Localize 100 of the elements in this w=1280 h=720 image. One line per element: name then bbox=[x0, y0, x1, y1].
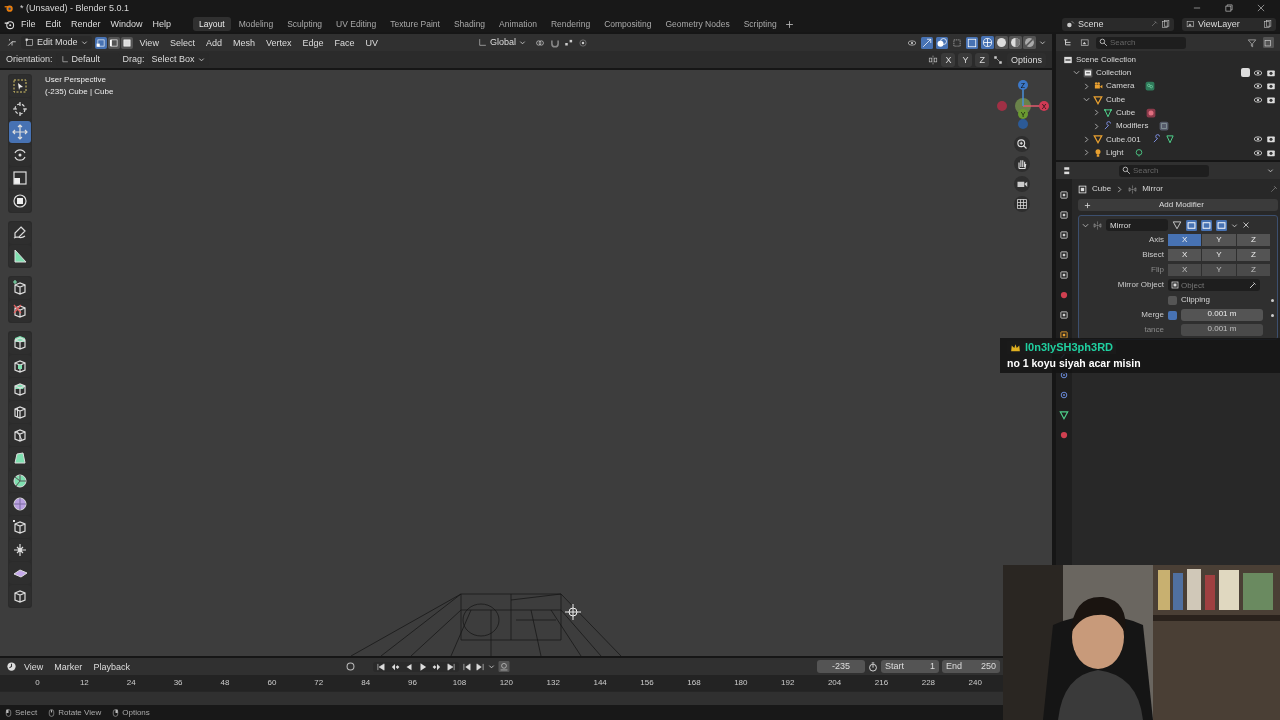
tree-item-label[interactable]: Collection bbox=[1096, 68, 1132, 78]
eye-icon[interactable] bbox=[1253, 134, 1263, 145]
workspace-tab[interactable]: Animation bbox=[493, 17, 543, 31]
menu-item[interactable]: Vertex bbox=[261, 35, 296, 50]
menu-item[interactable]: UV bbox=[361, 35, 382, 50]
eye-icon[interactable] bbox=[1253, 81, 1263, 92]
exclude-checkbox[interactable] bbox=[1241, 68, 1250, 78]
caret-icon[interactable] bbox=[487, 663, 495, 670]
collapse-caret-icon[interactable] bbox=[1073, 69, 1080, 77]
modifier-name-field[interactable]: Mirror bbox=[1106, 219, 1168, 231]
menu-item[interactable]: Add bbox=[201, 35, 226, 50]
tree-item-label[interactable]: Modifiers bbox=[1116, 121, 1149, 131]
auto-merge-icon[interactable] bbox=[991, 54, 1004, 65]
mode-dropdown[interactable]: Edit Mode bbox=[21, 36, 92, 49]
object-field[interactable]: Object bbox=[1168, 279, 1260, 291]
overlay-icon[interactable] bbox=[936, 36, 948, 49]
workspace-tab[interactable]: Geometry Nodes bbox=[659, 17, 736, 31]
outliner-icon[interactable] bbox=[1062, 37, 1074, 48]
add-modifier-button[interactable]: Add Modifier bbox=[1078, 199, 1278, 211]
view-layer-selector[interactable]: ViewLayer bbox=[1182, 17, 1276, 31]
vertex-select-button[interactable] bbox=[94, 36, 107, 49]
jump-key-icon[interactable] bbox=[474, 661, 485, 672]
eye-icon[interactable] bbox=[1253, 147, 1263, 158]
pin-icon[interactable] bbox=[1269, 184, 1278, 194]
render-camera-icon[interactable] bbox=[1266, 81, 1276, 92]
proportional-icon[interactable] bbox=[578, 37, 589, 48]
menu-item[interactable]: Face bbox=[330, 35, 359, 50]
expand-caret-icon[interactable] bbox=[1083, 135, 1090, 143]
grid-icon[interactable] bbox=[1016, 198, 1028, 210]
caret-icon[interactable] bbox=[1231, 221, 1238, 229]
axis-toggle[interactable]: X bbox=[1168, 249, 1202, 261]
workspace-tab[interactable]: Rendering bbox=[544, 17, 597, 31]
copy-icon[interactable] bbox=[1161, 19, 1170, 29]
axis-toggle[interactable]: Y bbox=[1202, 249, 1236, 261]
zoom-icon[interactable] bbox=[1016, 138, 1028, 150]
orientation-dropdown[interactable]: Global bbox=[474, 36, 531, 49]
filter-icon[interactable] bbox=[1246, 37, 1258, 48]
jump-start-icon[interactable] bbox=[375, 661, 386, 672]
menu-item[interactable]: Select bbox=[165, 35, 199, 50]
tree-item-label[interactable]: Light bbox=[1106, 147, 1124, 158]
add-icon[interactable] bbox=[784, 19, 794, 29]
visibility-icon[interactable] bbox=[906, 37, 918, 48]
eye-icon[interactable] bbox=[1253, 94, 1263, 105]
workspace-tab[interactable]: Shading bbox=[447, 17, 492, 31]
axis-toggle[interactable]: Y bbox=[1202, 234, 1236, 246]
menu-item[interactable]: Edit bbox=[41, 17, 66, 31]
end-frame-field[interactable]: End 250 bbox=[942, 660, 1000, 673]
record-icon[interactable] bbox=[344, 661, 356, 672]
menu-item[interactable]: Help bbox=[148, 17, 176, 31]
restore-icon[interactable] bbox=[1224, 3, 1234, 13]
caret-icon[interactable] bbox=[1267, 167, 1274, 174]
keyframe-dot[interactable] bbox=[1271, 313, 1274, 317]
axis-toggle[interactable]: Z bbox=[975, 52, 989, 67]
axis-toggle[interactable]: X bbox=[1168, 234, 1202, 246]
workspace-tab[interactable]: Modeling bbox=[232, 17, 280, 31]
start-frame-field[interactable]: Start 1 bbox=[881, 660, 939, 673]
search-field[interactable]: Search bbox=[1096, 36, 1186, 49]
workspace-tab[interactable]: Compositing bbox=[598, 17, 658, 31]
menu-item[interactable]: Mesh bbox=[228, 35, 259, 50]
collapse-caret-icon[interactable] bbox=[1083, 96, 1090, 104]
expand-caret-icon[interactable] bbox=[1083, 149, 1090, 157]
checkbox[interactable] bbox=[1168, 295, 1177, 305]
workspace-tab[interactable]: Sculpting bbox=[281, 17, 329, 31]
workspace-tab[interactable]: UV Editing bbox=[330, 17, 383, 31]
menu-item[interactable]: View bbox=[135, 35, 163, 50]
clock-icon[interactable] bbox=[6, 661, 17, 672]
monitor-icon[interactable] bbox=[1201, 219, 1212, 231]
stopwatch-icon[interactable] bbox=[868, 661, 878, 672]
axis-toggle[interactable]: Y bbox=[958, 52, 973, 67]
tree-item-label[interactable]: Cube bbox=[1116, 108, 1136, 118]
tree-item-label[interactable]: Cube.001 bbox=[1106, 134, 1141, 145]
menu-item[interactable]: Marker bbox=[50, 659, 87, 674]
tree-item-label[interactable]: Camera bbox=[1106, 81, 1135, 92]
solid-shading-icon[interactable] bbox=[995, 36, 1008, 49]
display-mode-icon[interactable] bbox=[1079, 37, 1091, 48]
edit-mode-icon[interactable] bbox=[1186, 219, 1197, 231]
material-shading-icon[interactable] bbox=[1009, 36, 1022, 49]
menu-item[interactable]: Window bbox=[106, 17, 147, 31]
menu-item[interactable]: File bbox=[17, 17, 40, 31]
checkbox[interactable] bbox=[1168, 310, 1177, 320]
hand-icon[interactable] bbox=[1016, 158, 1028, 170]
scene-selector[interactable]: Scene bbox=[1062, 17, 1174, 31]
eyedropper-icon[interactable] bbox=[1249, 281, 1257, 289]
gizmo-icon[interactable] bbox=[921, 36, 933, 49]
expand-caret-icon[interactable] bbox=[1093, 122, 1100, 130]
workspace-tab[interactable]: Layout bbox=[193, 17, 231, 31]
next-keyframe-icon[interactable] bbox=[431, 661, 442, 672]
eye-icon[interactable] bbox=[1253, 67, 1263, 78]
camera-icon[interactable] bbox=[1216, 219, 1227, 231]
axis-toggle[interactable]: X bbox=[941, 52, 956, 67]
expand-caret-icon[interactable] bbox=[1083, 82, 1090, 90]
new-collection-icon[interactable] bbox=[1263, 37, 1274, 48]
on-cage-icon[interactable] bbox=[1172, 220, 1182, 230]
blender-logo-icon[interactable] bbox=[4, 18, 15, 30]
menu-item[interactable]: Render bbox=[67, 17, 105, 31]
face-select-button[interactable] bbox=[120, 36, 133, 49]
workspace-tab[interactable]: Texture Paint bbox=[384, 17, 446, 31]
search-field[interactable]: Search bbox=[1119, 164, 1209, 177]
axis-toggle[interactable]: Z bbox=[1236, 249, 1270, 261]
expand-caret-icon[interactable] bbox=[1093, 109, 1100, 117]
